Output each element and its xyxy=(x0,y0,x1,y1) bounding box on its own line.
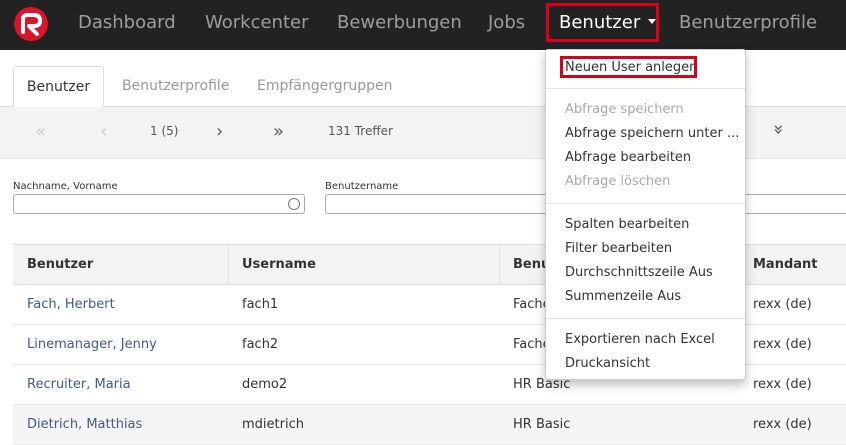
tab-benutzer[interactable]: Benutzer xyxy=(13,66,104,107)
nav-dashboard[interactable]: Dashboard xyxy=(78,0,176,50)
rexx-logo-icon[interactable] xyxy=(14,7,48,41)
chevron-right-icon[interactable]: › xyxy=(216,121,223,142)
nav-benutzer-highlight xyxy=(546,3,659,42)
nav-bewerbungen[interactable]: Bewerbungen xyxy=(337,0,462,50)
table-row[interactable]: Dietrich, Matthias mdietrich HR Basic re… xyxy=(13,405,846,445)
menu-divider xyxy=(546,318,745,319)
cell-user-name[interactable]: Dietrich, Matthias xyxy=(13,405,228,445)
cell-user-name[interactable]: Linemanager, Jenny xyxy=(13,325,228,365)
menu-divider xyxy=(546,88,745,89)
menu-item-print-view[interactable]: Druckansicht xyxy=(565,356,650,371)
menu-item-save-query-as[interactable]: Abfrage speichern unter ... xyxy=(565,126,739,141)
tab-benutzerprofile[interactable]: Benutzerprofile xyxy=(122,66,229,107)
nav-workcenter[interactable]: Workcenter xyxy=(205,0,309,50)
cell-mandant: rexx (de) xyxy=(753,417,812,432)
menu-item-new-user-highlight xyxy=(560,56,697,78)
benutzer-dropdown-menu: Neuen User anlegen Abfrage speichern Abf… xyxy=(545,49,746,380)
cell-mandant: rexx (de) xyxy=(753,297,812,312)
hits-count: 131 Treffer xyxy=(328,124,393,138)
menu-item-delete-query: Abfrage löschen xyxy=(565,174,671,189)
double-chevron-down-icon[interactable]: » xyxy=(768,124,789,135)
cell-username: fach2 xyxy=(242,337,279,352)
menu-item-edit-filter[interactable]: Filter bearbeiten xyxy=(565,241,672,256)
menu-item-export-excel[interactable]: Exportieren nach Excel xyxy=(565,332,715,347)
filter-username-label: Benutzername xyxy=(325,181,399,192)
cell-username: demo2 xyxy=(242,377,288,392)
search-circle-icon xyxy=(288,198,300,210)
page-indicator: 1 (5) xyxy=(150,124,179,138)
cell-username: mdietrich xyxy=(242,417,304,432)
column-header-benutzer[interactable]: Benutzer xyxy=(13,245,93,285)
menu-item-edit-columns[interactable]: Spalten bearbeiten xyxy=(565,217,689,232)
cell-user-name[interactable]: Recruiter, Maria xyxy=(13,365,228,405)
cell-user-name[interactable]: Fach, Herbert xyxy=(13,285,228,325)
filter-name-label: Nachname, Vorname xyxy=(13,181,118,192)
cell-username: fach1 xyxy=(242,297,279,312)
menu-divider xyxy=(546,203,745,204)
nav-benutzerprofile[interactable]: Benutzerprofile xyxy=(679,0,817,50)
menu-item-edit-query[interactable]: Abfrage bearbeiten xyxy=(565,150,691,165)
menu-item-sum-row[interactable]: Summenzeile Aus xyxy=(565,289,681,304)
cell-mandant: rexx (de) xyxy=(753,377,812,392)
top-navbar: Dashboard Workcenter Bewerbungen Jobs Be… xyxy=(0,0,846,50)
cell-profile: HR Basic xyxy=(513,417,571,432)
tab-empfaengergruppen[interactable]: Empfängergruppen xyxy=(257,66,393,107)
chevron-left-icon[interactable]: ‹ xyxy=(100,121,107,142)
double-chevron-right-icon[interactable]: » xyxy=(273,121,284,142)
filter-name-input[interactable] xyxy=(13,194,305,214)
double-chevron-left-icon[interactable]: « xyxy=(35,121,46,142)
menu-item-average-row[interactable]: Durchschnittszeile Aus xyxy=(565,265,713,280)
column-header-benutzerprofil[interactable]: Benu xyxy=(499,245,550,285)
nav-jobs[interactable]: Jobs xyxy=(488,0,525,50)
column-header-mandant[interactable]: Mandant xyxy=(739,245,818,285)
menu-item-save-query: Abfrage speichern xyxy=(565,102,684,117)
cell-mandant: rexx (de) xyxy=(753,337,812,352)
column-header-username[interactable]: Username xyxy=(228,245,316,285)
